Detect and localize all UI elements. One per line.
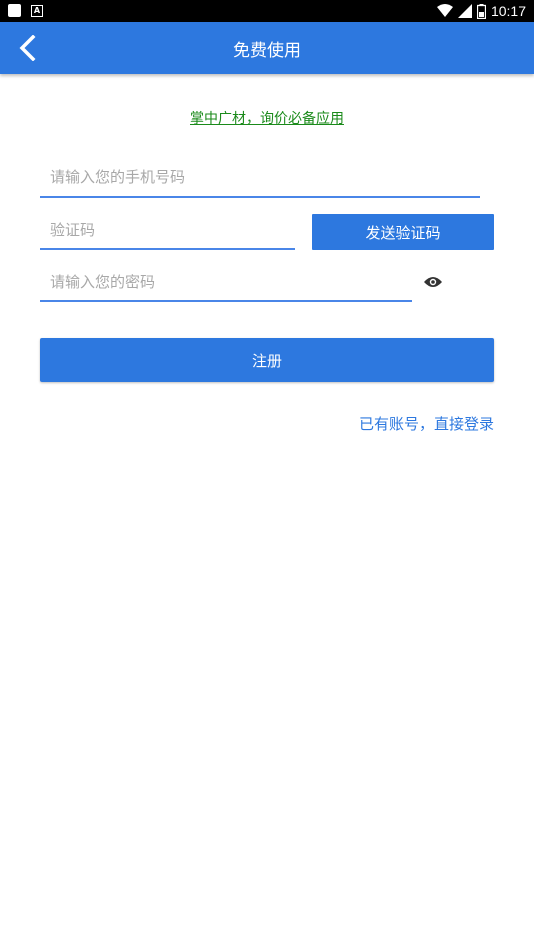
page-title: 免费使用 (233, 41, 301, 61)
a-icon: A (31, 4, 43, 17)
status-bar: A 10:17 (0, 0, 534, 22)
login-link[interactable]: 已有账号，直接登录 (359, 413, 494, 434)
eye-icon[interactable] (423, 275, 443, 289)
app-bar: 免费使用 (0, 22, 534, 74)
password-input[interactable] (40, 263, 412, 302)
battery-icon (476, 3, 486, 19)
signal-icon (457, 4, 472, 18)
register-button[interactable]: 注册 (40, 338, 494, 382)
status-time: 10:17 (490, 3, 526, 19)
phone-input[interactable] (40, 158, 480, 198)
wifi-icon (436, 4, 453, 17)
notification-icon (8, 4, 21, 17)
verification-code-input[interactable] (40, 211, 295, 250)
slogan-link[interactable]: 掌中广材，询价必备应用 (0, 108, 534, 128)
send-code-button[interactable]: 发送验证码 (312, 214, 494, 250)
